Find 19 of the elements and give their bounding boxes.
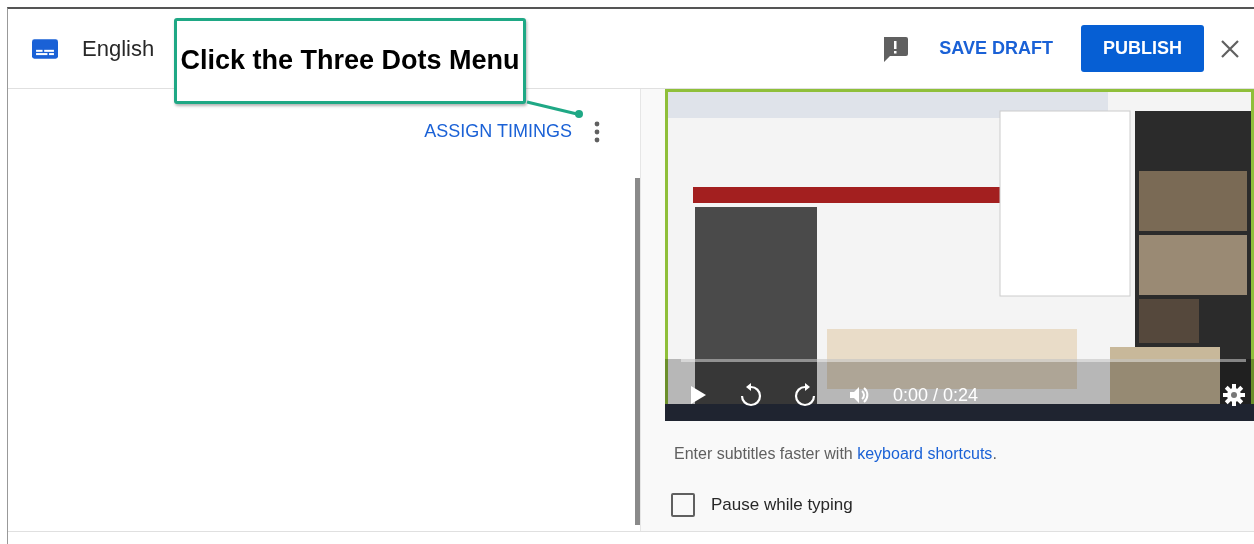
shortcut-hint: Enter subtitles faster with keyboard shortcuts. <box>674 445 998 463</box>
publish-button[interactable]: PUBLISH <box>1081 25 1204 72</box>
scrollbar[interactable] <box>635 178 640 525</box>
checkbox[interactable] <box>671 493 695 517</box>
feedback-icon[interactable] <box>881 34 910 63</box>
forward-icon[interactable] <box>793 383 817 407</box>
checkbox-label: Pause while typing <box>711 495 853 515</box>
callout-box: Click the Three Dots Menu <box>174 18 526 104</box>
progress-track[interactable] <box>681 359 1246 362</box>
keyboard-shortcuts-link[interactable]: keyboard shortcuts <box>857 445 993 462</box>
language-title: English <box>82 35 155 62</box>
time-display: 0:00 / 0:24 <box>893 384 979 406</box>
save-draft-button[interactable]: SAVE DRAFT <box>937 30 1055 67</box>
close-icon[interactable] <box>1220 38 1240 59</box>
more-options-icon[interactable] <box>594 120 600 143</box>
subtitles-icon <box>32 38 58 59</box>
assign-timings-button[interactable]: ASSIGN TIMINGS <box>422 119 574 144</box>
leader-line <box>525 100 585 120</box>
rewind-icon[interactable] <box>739 383 763 407</box>
